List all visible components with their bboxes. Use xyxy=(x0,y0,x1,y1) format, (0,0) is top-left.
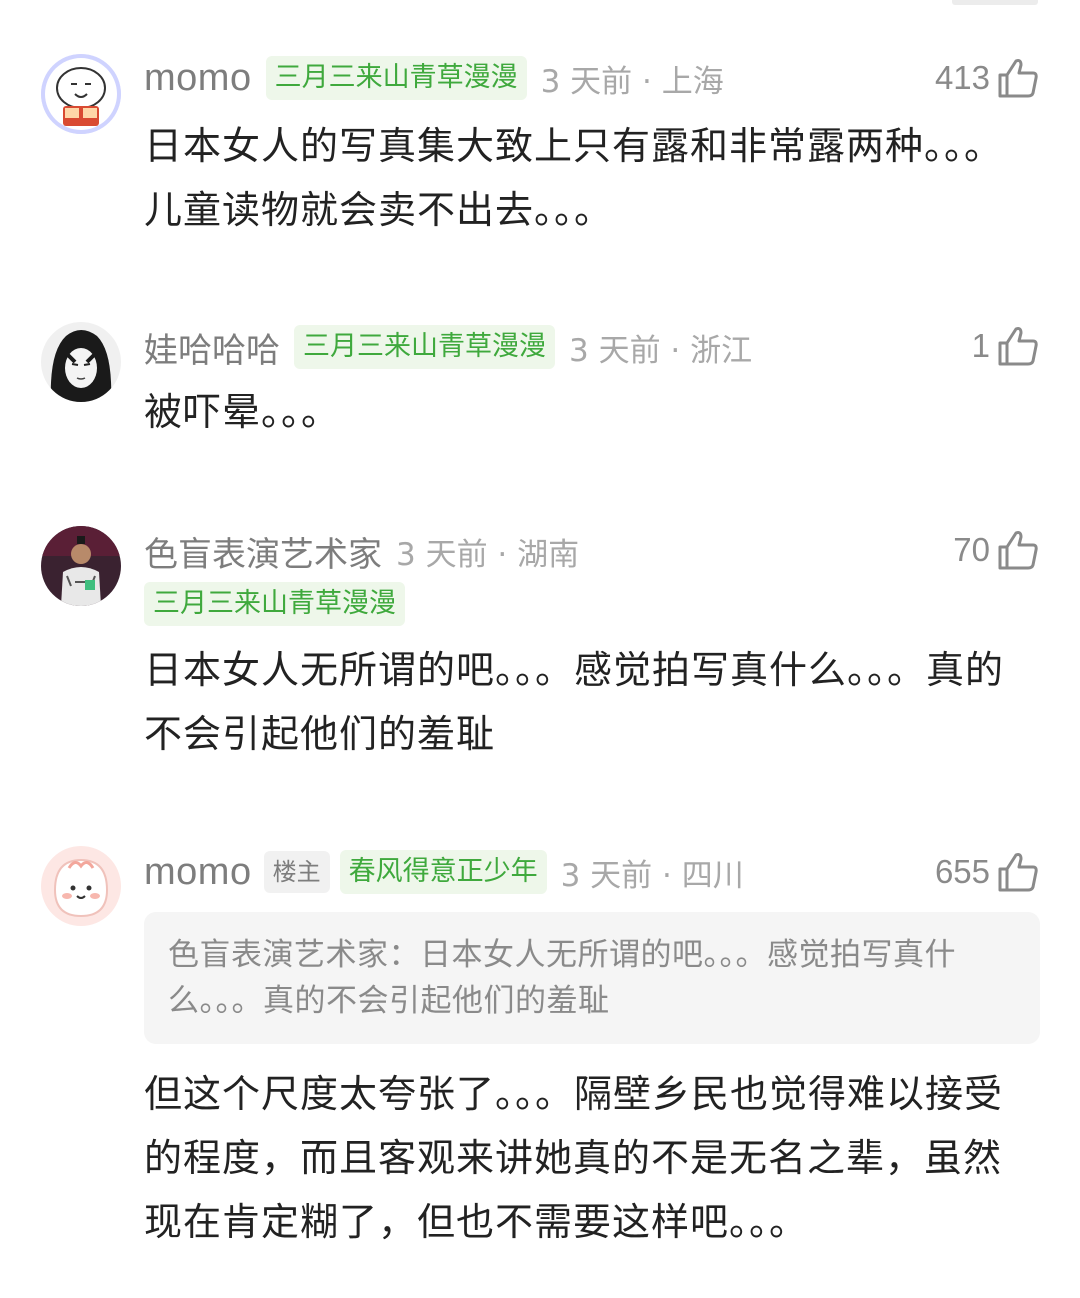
like-count: 413 xyxy=(934,59,990,96)
top-divider xyxy=(952,0,1038,5)
comment-meta: 3 天前 · 上海 xyxy=(540,63,724,100)
username[interactable]: 色盲表演艺术家 xyxy=(144,527,382,576)
username[interactable]: momo xyxy=(144,57,252,100)
like-count: 1 xyxy=(971,327,990,364)
avatar[interactable] xyxy=(41,322,121,402)
user-badge: 三月三来山青草漫漫 xyxy=(294,325,555,369)
comment-header: 色盲表演艺术家 3 天前 · 湖南 xyxy=(144,527,579,575)
comment-meta: 3 天前 · 浙江 xyxy=(569,332,753,369)
like-button[interactable]: 1 xyxy=(972,320,1040,372)
like-count: 655 xyxy=(934,853,990,890)
like-button[interactable]: 413 xyxy=(935,52,1040,104)
avatar[interactable] xyxy=(41,54,121,134)
user-badge: 三月三来山青草漫漫 xyxy=(265,56,527,100)
comment-text: 但这个尺度太夸张了。。。隔壁乡民也觉得难以接受的程度，而且客观来讲她真的不是无名… xyxy=(144,1072,1004,1244)
avatar-cute-icon xyxy=(41,846,121,926)
username[interactable]: 娃哈哈哈 xyxy=(144,323,280,372)
comment-text: 被吓晕。。。 xyxy=(144,390,341,434)
avatar[interactable] xyxy=(41,526,121,606)
thumbs-up-icon xyxy=(998,59,1038,98)
thumbs-up-icon xyxy=(998,853,1038,892)
avatar-photo-icon xyxy=(41,526,121,606)
thumbs-up-icon xyxy=(998,531,1038,570)
avatar[interactable] xyxy=(41,846,121,926)
username[interactable]: momo xyxy=(144,851,252,894)
comment-meta: 3 天前 · 湖南 xyxy=(396,536,580,573)
comment-text: 日本女人无所谓的吧。。。感觉拍写真什么。。。真的不会引起他们的羞耻 xyxy=(144,648,1005,756)
comment-header: 娃哈哈哈 三月三来山青草漫漫 3 天前 · 浙江 xyxy=(144,323,752,371)
user-badge: 春风得意正少年 xyxy=(339,850,547,894)
comment-header: momo 三月三来山青草漫漫 3 天前 · 上海 xyxy=(144,54,724,102)
op-badge: 楼主 xyxy=(263,851,330,893)
like-count: 70 xyxy=(953,531,990,568)
comment-text: 日本女人的写真集大致上只有露和非常露两种。。。儿童读物就会卖不出去。。。 xyxy=(144,124,1004,232)
thumbs-up-icon xyxy=(998,327,1038,366)
user-badge: 三月三来山青草漫漫 xyxy=(144,582,405,626)
comment-list-page: momo 三月三来山青草漫漫 3 天前 · 上海 413 日本女人的写真集大致上… xyxy=(0,0,1080,1298)
avatar-manga-icon xyxy=(41,322,121,402)
quoted-reply[interactable]: 色盲表演艺术家：日本女人无所谓的吧。。。感觉拍写真什么。。。真的不会引起他们的羞… xyxy=(144,912,1040,1044)
comment-header: momo 楼主 春风得意正少年 3 天前 · 四川 xyxy=(144,848,744,896)
avatar-cartoon-icon xyxy=(41,54,121,134)
like-button[interactable]: 70 xyxy=(953,524,1040,576)
like-button[interactable]: 655 xyxy=(935,846,1040,898)
badge-row: 三月三来山青草漫漫 xyxy=(144,582,405,626)
comment-meta: 3 天前 · 四川 xyxy=(560,857,744,894)
